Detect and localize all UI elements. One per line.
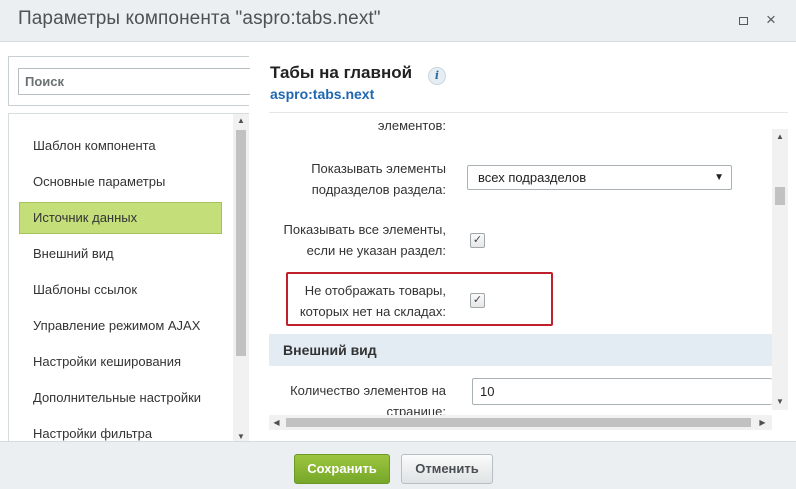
checkmark-icon: ✓ bbox=[472, 234, 483, 246]
subsections-select[interactable]: всех подразделов ▼ bbox=[467, 165, 732, 190]
component-code: aspro:tabs.next bbox=[270, 86, 375, 102]
scroll-up-icon[interactable]: ▲ bbox=[233, 116, 249, 125]
nav-item-additional[interactable]: Дополнительные настройки bbox=[19, 382, 222, 414]
cancel-button[interactable]: Отменить bbox=[401, 454, 493, 484]
prop-label-cut: элементов: bbox=[377, 121, 446, 133]
save-button[interactable]: Сохранить bbox=[294, 454, 390, 484]
subsections-select-value: всех подразделов bbox=[478, 170, 587, 185]
nav-item-ajax[interactable]: Управление режимом AJAX bbox=[19, 310, 222, 342]
nav-item-cache[interactable]: Настройки кеширования bbox=[19, 346, 222, 378]
right-panel: Табы на главной i aspro:tabs.next элемен… bbox=[269, 43, 788, 441]
nav-item-data-source[interactable]: Источник данных bbox=[19, 202, 222, 234]
left-panel: Шаблон компонента Основные параметры Ист… bbox=[8, 56, 250, 478]
prop-label-show-all-2: если не указан раздел: bbox=[306, 243, 446, 258]
prop-label-hide-na-2: которых нет на складах: bbox=[299, 304, 446, 319]
search-box bbox=[8, 56, 250, 106]
properties-hscroll-thumb[interactable] bbox=[286, 418, 751, 427]
prop-label-subsections-1: Показывать элементы bbox=[311, 161, 446, 176]
scroll-down-icon[interactable]: ▼ bbox=[233, 432, 249, 441]
maximize-icon[interactable] bbox=[735, 12, 751, 28]
prop-label-hide-na-1: Не отображать товары, bbox=[304, 283, 446, 298]
nav-item-url-templates[interactable]: Шаблоны ссылок bbox=[19, 274, 222, 306]
nav-item-template[interactable]: Шаблон компонента bbox=[19, 130, 222, 162]
scroll-right-icon[interactable]: ▶ bbox=[755, 415, 770, 430]
dialog-titlebar: Параметры компонента "aspro:tabs.next" × bbox=[0, 0, 796, 42]
scroll-down-icon[interactable]: ▼ bbox=[772, 397, 788, 406]
properties-list: элементов: Показывать элементы подраздел… bbox=[269, 121, 772, 421]
hide-not-available-checkbox[interactable]: ✓ bbox=[470, 293, 485, 308]
properties-hscrollbar[interactable]: ◀ ▶ bbox=[269, 415, 772, 430]
dialog-body: Шаблон компонента Основные параметры Ист… bbox=[0, 43, 796, 444]
search-input[interactable] bbox=[18, 68, 250, 95]
section-header-appearance: Внешний вид bbox=[269, 334, 772, 366]
prop-label-count-1: Количество элементов на bbox=[290, 383, 446, 398]
section-nav: Шаблон компонента Основные параметры Ист… bbox=[8, 113, 249, 444]
nav-scrollbar[interactable]: ▲ ▼ bbox=[233, 114, 249, 443]
properties-vscrollbar[interactable]: ▲ ▼ bbox=[772, 129, 788, 410]
scroll-up-icon[interactable]: ▲ bbox=[772, 132, 788, 141]
prop-label-subsections-2: подразделов раздела: bbox=[311, 182, 446, 197]
checkmark-icon: ✓ bbox=[472, 294, 483, 306]
dialog-footer: Сохранить Отменить bbox=[0, 441, 796, 489]
chevron-down-icon: ▼ bbox=[714, 172, 724, 183]
prop-label-show-all-1: Показывать все элементы, bbox=[283, 222, 447, 237]
nav-item-appearance[interactable]: Внешний вид bbox=[19, 238, 222, 270]
nav-item-basic[interactable]: Основные параметры bbox=[19, 166, 222, 198]
nav-scroll-thumb[interactable] bbox=[236, 130, 246, 356]
close-icon[interactable]: × bbox=[763, 11, 779, 28]
info-icon[interactable]: i bbox=[428, 67, 446, 85]
page-count-input[interactable]: 10 bbox=[472, 378, 772, 405]
properties-vscroll-thumb[interactable] bbox=[775, 187, 785, 205]
scroll-left-icon[interactable]: ◀ bbox=[269, 415, 284, 430]
dialog-title: Параметры компонента "aspro:tabs.next" bbox=[18, 8, 381, 29]
header-divider bbox=[269, 112, 788, 113]
show-all-checkbox[interactable]: ✓ bbox=[470, 233, 485, 248]
component-title: Табы на главной bbox=[270, 63, 413, 82]
